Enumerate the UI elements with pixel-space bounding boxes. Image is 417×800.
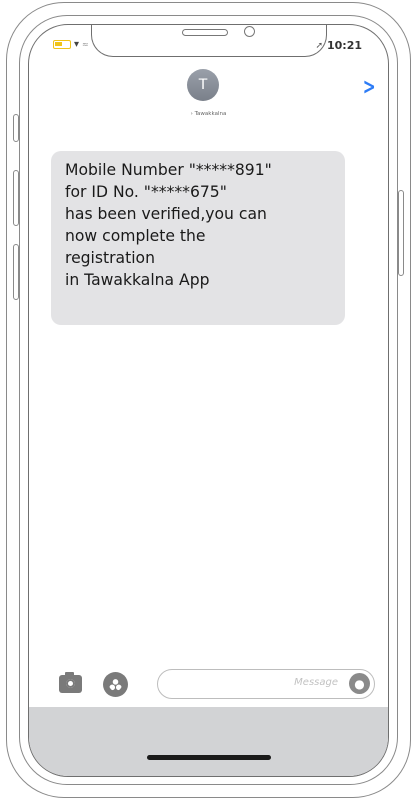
carrier-label: ≈ (82, 40, 89, 49)
battery-icon (53, 40, 71, 49)
wifi-icon: ▾ (74, 39, 80, 50)
message-line: in Tawakkalna App (65, 271, 210, 289)
app-tray (29, 707, 388, 776)
status-bar-left: ▾ ≈ (53, 39, 89, 50)
camera-icon[interactable] (59, 672, 82, 693)
notch (91, 25, 327, 57)
message-input[interactable]: Message ● (157, 669, 375, 699)
status-time: 10:21 (326, 39, 362, 52)
message-line: for ID No. "*****675" (65, 183, 227, 201)
contact-avatar[interactable]: T (187, 69, 219, 101)
conversation-header: T › Tawakkalna > (29, 65, 388, 145)
location-arrow-icon: ➚ (315, 40, 323, 51)
message-line: now complete the (65, 227, 206, 245)
message-line: Mobile Number "*****891" (65, 161, 272, 179)
status-bar-right: ➚ 10:21 (315, 39, 362, 52)
audio-record-button[interactable]: ● (349, 673, 370, 694)
silent-switch (13, 114, 19, 142)
home-indicator[interactable] (147, 755, 271, 760)
volume-up-button (13, 170, 19, 226)
message-line: has been verified,you can (65, 205, 267, 223)
volume-down-button (13, 244, 19, 300)
chevron-right-icon[interactable]: > (362, 75, 375, 100)
speaker (182, 29, 228, 36)
message-placeholder: Message (294, 677, 338, 688)
message-line: registration (65, 249, 155, 267)
app-store-icon[interactable] (103, 672, 128, 697)
message-bubble[interactable]: Mobile Number "*****891" for ID No. "***… (51, 151, 345, 325)
phone-screen: ▾ ≈ ➚ 10:21 T › Tawakkalna > Mobile Numb… (28, 24, 389, 777)
arrow-up-icon: ● (354, 676, 365, 691)
power-button (398, 190, 404, 276)
message-composer: Message ● (29, 669, 388, 705)
contact-name[interactable]: › Tawakkalna (29, 111, 388, 117)
front-camera (244, 26, 255, 37)
